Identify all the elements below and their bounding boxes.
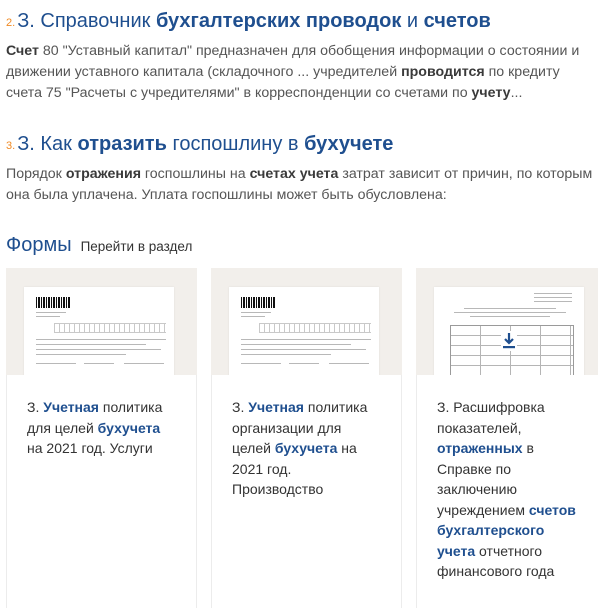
snippet-text: ... [510,85,523,101]
result-number: 3. [6,140,16,152]
form-card-title: З. Расшифровка показателей, отраженных в… [416,375,598,608]
result-snippet: Порядок отражения госпошлины на счетах у… [6,164,594,206]
document-preview [24,287,174,375]
card-text-highlight: отраженных [437,440,523,456]
title-part: госпошлину в [166,133,305,155]
document-preview [434,287,584,375]
title-part: и [401,10,424,32]
form-card[interactable]: З. Учетная политика организации для целе… [211,268,402,608]
form-card-title: З. Учетная политика для целей бухучета н… [6,375,197,608]
result-snippet: Счет 80 "Уставный капитал" предназначен … [6,41,594,104]
snippet-highlight: Счет [6,43,39,59]
forms-title: Формы [6,234,72,256]
download-icon [501,331,517,351]
search-result: 3. З. Как отразить госпошлину в бухучете… [6,131,594,206]
barcode-icon [36,297,70,308]
form-thumbnail [6,268,197,375]
result-number: 2. [6,17,16,29]
forms-cards: З. Учетная политика для целей бухучета н… [6,268,598,608]
card-text-highlight: Учетная [43,399,99,415]
card-text: на 2021 год. Услуги [27,440,153,456]
form-grid [259,323,371,333]
form-grid [54,323,166,333]
snippet-highlight: проводится [401,64,485,80]
title-part: З. Как [17,133,78,155]
forms-section-header: Формы Перейти в раздел [6,234,192,257]
card-text-highlight: бухучета [274,440,338,456]
title-part-highlight: бухучете [304,133,394,155]
snippet-text: Порядок [6,166,66,182]
form-card[interactable]: З. Расшифровка показателей, отраженных в… [416,268,598,608]
search-result: 2. З. Справочник бухгалтерских проводок … [6,8,594,104]
form-card[interactable]: З. Учетная политика для целей бухучета н… [6,268,197,608]
go-to-section-link[interactable]: Перейти в раздел [81,239,193,254]
title-part: З. Справочник [17,10,156,32]
form-thumbnail [211,268,402,375]
snippet-highlight: отражения [65,166,141,182]
title-part-highlight: отразить [77,133,167,155]
result-title-link[interactable]: 3. З. Как отразить госпошлину в бухучете [6,131,594,160]
form-thumbnail [416,268,598,375]
snippet-text: госпошлины на [140,166,250,182]
barcode-icon [241,297,275,308]
form-card-title: З. Учетная политика организации для целе… [211,375,402,608]
card-text-highlight: бухучета [97,419,161,436]
card-text: З. [27,399,44,415]
title-part-highlight: бухгалтерских проводок [155,10,402,32]
snippet-highlight: счетах учета [249,166,339,182]
card-text: З. Расшифровка показателей, [437,399,545,436]
card-text: З. [232,399,249,415]
title-part-highlight: счетов [423,10,491,32]
card-text-highlight: Учетная [248,399,304,415]
snippet-highlight: учету [471,85,511,101]
document-preview [229,287,379,375]
result-title-link[interactable]: 2. З. Справочник бухгалтерских проводок … [6,8,594,37]
